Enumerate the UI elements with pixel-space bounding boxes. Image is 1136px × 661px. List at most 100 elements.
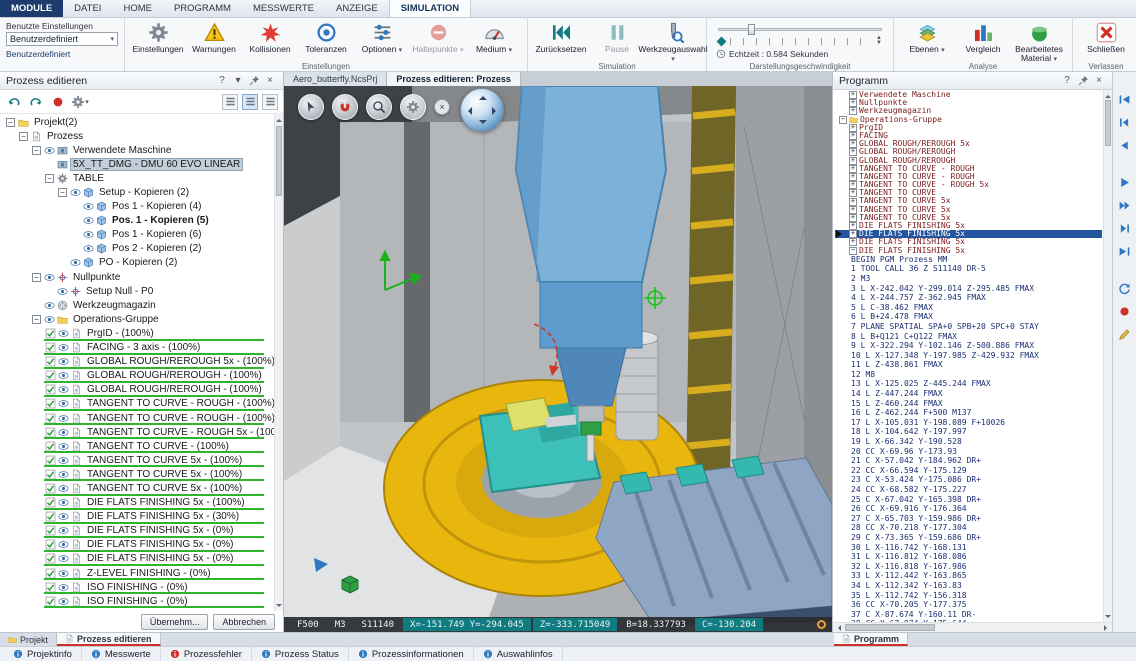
ribbon-tab-datei[interactable]: DATEI: [63, 0, 112, 17]
ribbon-tab-module[interactable]: MODULE: [0, 0, 63, 17]
ribbon-button-optionen[interactable]: Optionen ▾: [354, 20, 410, 60]
sim-step-back-button[interactable]: [1116, 113, 1134, 131]
nc-line[interactable]: 12 M8: [835, 370, 1102, 380]
operation-item[interactable]: ISO FINISHING - (0%): [0, 580, 274, 594]
ribbon-tab-messwerte[interactable]: MESSWERTE: [242, 0, 325, 17]
operation-item[interactable]: Z-LEVEL FINISHING - (0%): [0, 566, 274, 580]
nc-line[interactable]: 11 L Z-438.861 FMAX: [835, 360, 1102, 370]
operation-item[interactable]: TANGENT TO CURVE - ROUGH - (100%): [0, 397, 274, 411]
tree-item[interactable]: Pos 2 - Kopieren (2): [0, 242, 274, 256]
nc-line[interactable]: BEGIN PGM Prozess MM: [835, 255, 1102, 265]
statusbar-item-prozessinformationen[interactable]: Prozessinformationen: [349, 647, 474, 661]
nav-forward-button[interactable]: [27, 93, 45, 111]
machine-3d-view[interactable]: × F500M3S11140X=-151.749 Y=-294.045Z=-33…: [284, 86, 832, 632]
close-panel-button[interactable]: ×: [1092, 74, 1106, 88]
ribbon-tab-home[interactable]: HOME: [112, 0, 163, 17]
expand-toggle[interactable]: −: [839, 116, 847, 124]
nc-line[interactable]: 21 C X-57.042 Y-184.962 DR+: [835, 456, 1102, 466]
program-hscrollbar[interactable]: [833, 622, 1112, 632]
tree-item[interactable]: Werkzeugmagazin: [0, 298, 274, 312]
nc-line[interactable]: 3 L X-242.042 Y-299.014 Z-295.485 FMAX: [835, 284, 1102, 294]
cancel-button[interactable]: Abbrechen: [213, 614, 275, 630]
panel-menu-button[interactable]: ▾: [231, 74, 245, 88]
sim-skip-to-end-button[interactable]: [1116, 242, 1134, 260]
scrollbar-thumb[interactable]: [276, 126, 282, 196]
view-mode-details-button[interactable]: [242, 94, 258, 110]
ribbon-button-zur-cksetzen[interactable]: Zurücksetzen: [533, 20, 589, 60]
nc-line[interactable]: 13 L X-125.025 Z-445.244 FMAX: [835, 379, 1102, 389]
nc-line[interactable]: 34 L X-112.342 Y-163.83: [835, 581, 1102, 591]
ribbon-tab-programm[interactable]: PROGRAMM: [163, 0, 242, 17]
tree-item[interactable]: Setup Null - P0: [0, 284, 274, 298]
nc-line[interactable]: 14 L Z-447.244 FMAX: [835, 389, 1102, 399]
document-tab-aero-butterfly-ncsprj[interactable]: Aero_butterfly.NcsPrj: [284, 72, 387, 86]
tree-item[interactable]: −Nullpunkte: [0, 270, 274, 284]
ribbon-button-ebenen[interactable]: Ebenen ▾: [899, 20, 955, 60]
nc-line[interactable]: 6 L B+24.478 FMAX: [835, 312, 1102, 322]
tree-item[interactable]: Pos 1 - Kopieren (4): [0, 200, 274, 214]
scroll-left-icon[interactable]: [833, 623, 843, 632]
tree-item[interactable]: PO - Kopieren (2): [0, 256, 274, 270]
left-tree-scrollbar[interactable]: [274, 114, 283, 611]
statusbar-item-prozess-status[interactable]: Prozess Status: [252, 647, 349, 661]
expand-toggle[interactable]: −: [19, 132, 28, 141]
tree-item[interactable]: −Verwendete Maschine: [0, 143, 274, 157]
ribbon-button-medium[interactable]: Medium ▾: [466, 20, 522, 60]
zoom-mode-button[interactable]: [366, 94, 392, 120]
nav-back-button[interactable]: [5, 93, 23, 111]
operation-item[interactable]: GLOBAL ROUGH/REROUGH - (100%): [0, 369, 274, 383]
operation-item[interactable]: TANGENT TO CURVE - (100%): [0, 439, 274, 453]
nc-line[interactable]: 36 CC X-70.205 Y-177.375: [835, 600, 1102, 610]
help-button[interactable]: ?: [1060, 74, 1074, 88]
operation-item[interactable]: TANGENT TO CURVE 5x - (100%): [0, 453, 274, 467]
scroll-down-icon[interactable]: [275, 602, 283, 611]
sim-record-button[interactable]: [1116, 302, 1134, 320]
nc-line[interactable]: 9 L X-322.294 Y-102.146 Z-500.886 FMAX: [835, 341, 1102, 351]
operation-item[interactable]: PrgID - (100%): [0, 326, 274, 340]
nc-line[interactable]: 18 L X-104.642 Y-197.997: [835, 427, 1102, 437]
tree-settings-button[interactable]: ▾: [71, 93, 89, 111]
nc-line[interactable]: 10 L X-127.348 Y-197.985 Z-429.932 FMAX: [835, 351, 1102, 361]
tree-item[interactable]: Pos. 1 - Kopieren (5): [0, 214, 274, 228]
operation-item[interactable]: TANGENT TO CURVE - ROUGH 5x - (100%): [0, 425, 274, 439]
nc-line[interactable]: 16 L Z-462.244 F+500 M137: [835, 408, 1102, 418]
nc-line[interactable]: 25 C X-67.042 Y-165.398 DR+: [835, 495, 1102, 505]
operation-item[interactable]: DIE FLATS FINISHING 5x - (0%): [0, 552, 274, 566]
used-settings-dropdown[interactable]: Benutzerdefiniert ▾: [6, 32, 118, 46]
nc-line[interactable]: 27 C X-65.703 Y-159.986 DR+: [835, 514, 1102, 524]
nc-line[interactable]: 4 L X-244.757 Z-362.945 FMAX: [835, 293, 1102, 303]
operation-item[interactable]: DIE FLATS FINISHING 5x - (0%): [0, 524, 274, 538]
snap-mode-button[interactable]: [332, 94, 358, 120]
nc-line[interactable]: 7 PLANE SPATIAL SPA+0 SPB+20 SPC+0 STAY: [835, 322, 1102, 332]
ribbon-button-pause[interactable]: Pause: [589, 20, 645, 60]
nc-line[interactable]: 2 M3: [835, 274, 1102, 284]
sim-fast-forward-button[interactable]: [1116, 196, 1134, 214]
nc-line[interactable]: 26 CC X-69.916 Y-176.364: [835, 504, 1102, 514]
nc-line[interactable]: 28 CC X-70.218 Y-177.304: [835, 523, 1102, 533]
ribbon-tab-anzeige[interactable]: ANZEIGE: [325, 0, 389, 17]
tree-item[interactable]: −Prozess: [0, 129, 274, 143]
ribbon-button-werkzeugauswahl[interactable]: Werkzeugauswahl ▾: [645, 20, 701, 64]
edit-nc-button[interactable]: [1116, 325, 1134, 343]
speed-slider[interactable]: [718, 23, 882, 35]
expand-toggle[interactable]: −: [32, 315, 41, 324]
view-options-button[interactable]: [400, 94, 426, 120]
close-panel-button[interactable]: ×: [263, 74, 277, 88]
close-overlay-button[interactable]: ×: [434, 99, 450, 115]
pin-button[interactable]: [247, 74, 261, 88]
statusbar-item-projektinfo[interactable]: Projektinfo: [4, 647, 82, 661]
select-mode-button[interactable]: [298, 94, 324, 120]
record-state-button[interactable]: [49, 93, 67, 111]
nc-line[interactable]: 30 L X-116.742 Y-168.131: [835, 543, 1102, 553]
operation-item[interactable]: DIE FLATS FINISHING 5x - (0%): [0, 538, 274, 552]
bottom-tab-prozess-editieren[interactable]: Prozess editieren: [57, 633, 161, 646]
tree-item[interactable]: −Setup - Kopieren (2): [0, 185, 274, 199]
sim-play-backward-button[interactable]: [1116, 136, 1134, 154]
nc-line[interactable]: 24 CC X-68.582 Y-175.227: [835, 485, 1102, 495]
ribbon-button-toleranzen[interactable]: Toleranzen: [298, 20, 354, 60]
operation-item[interactable]: TANGENT TO CURVE - ROUGH - (100%): [0, 411, 274, 425]
scrollbar-thumb[interactable]: [1105, 100, 1111, 146]
ribbon-button-warnungen[interactable]: Warnungen: [186, 20, 242, 60]
expand-toggle[interactable]: −: [849, 247, 857, 255]
nc-line[interactable]: 35 L X-112.742 Y-156.318: [835, 591, 1102, 601]
